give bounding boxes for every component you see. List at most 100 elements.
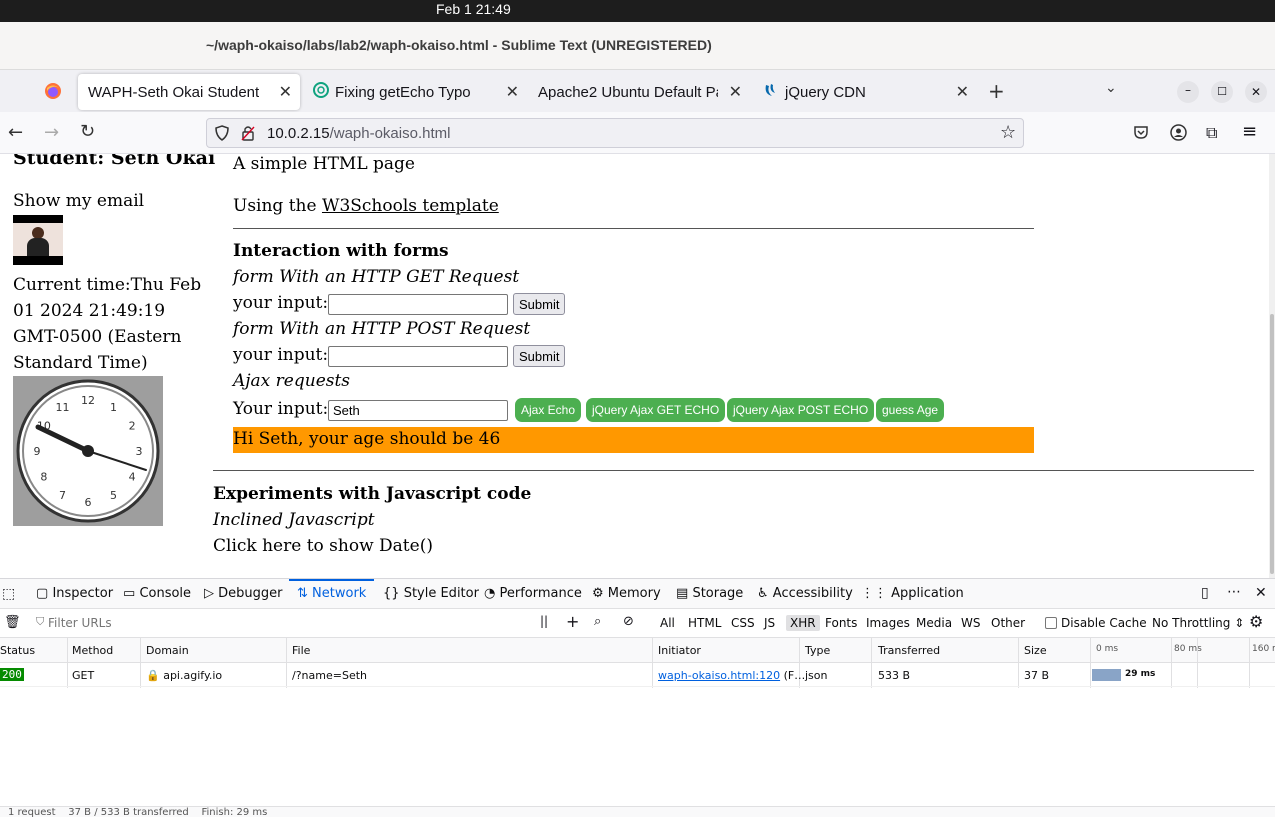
filter-css[interactable]: CSS <box>731 616 755 630</box>
request-size: 37 B <box>1024 669 1050 682</box>
show-email-toggle[interactable]: Show my email <box>13 191 144 211</box>
filter-xhr[interactable]: XHR <box>786 615 820 631</box>
account-icon[interactable] <box>1170 124 1187 145</box>
tab-fixing-getecho[interactable]: Fixing getEcho Typo ✕ <box>305 74 527 110</box>
close-tab-icon[interactable]: ✕ <box>729 82 742 102</box>
show-date-trigger[interactable]: Click here to show Date() <box>213 536 433 556</box>
jquery-ajax-get-echo-button[interactable]: jQuery Ajax GET ECHO <box>586 398 726 422</box>
ajax-input-field[interactable]: Seth <box>328 400 508 421</box>
clear-requests-icon[interactable]: 🗑 <box>4 615 21 630</box>
scrollbar-thumb[interactable] <box>1270 314 1274 574</box>
post-input-field[interactable] <box>328 346 508 367</box>
reload-icon[interactable]: ↻ <box>80 121 95 142</box>
column-method[interactable]: Method <box>72 644 113 657</box>
insecure-lock-icon[interactable] <box>241 125 255 145</box>
disable-cache-label[interactable]: Disable Cache <box>1061 616 1147 630</box>
post-submit-button[interactable]: Submit <box>513 345 566 367</box>
disable-cache-checkbox[interactable] <box>1045 617 1057 629</box>
status-badge: 200 <box>0 668 24 681</box>
filter-all[interactable]: All <box>660 616 675 630</box>
request-transferred: 533 B <box>878 669 911 682</box>
tab-console[interactable]: ▭ Console <box>123 586 191 601</box>
simple-page-text: A simple HTML page <box>233 154 415 174</box>
w3schools-template-link[interactable]: W3Schools template <box>322 196 499 216</box>
maximize-window-icon[interactable]: ☐ <box>1211 81 1233 103</box>
tab-accessibility[interactable]: ♿ Accessibility <box>757 586 853 601</box>
tab-apache-default[interactable]: Apache2 Ubuntu Default Page ✕ <box>528 74 750 110</box>
close-devtools-icon[interactable]: ✕ <box>1255 585 1267 601</box>
pause-icon[interactable]: || <box>540 614 548 628</box>
column-status[interactable]: Status <box>0 644 35 657</box>
filter-other[interactable]: Other <box>991 616 1025 630</box>
clock-numeral: 6 <box>85 496 92 509</box>
back-arrow-icon[interactable]: ← <box>8 122 23 143</box>
pocket-icon[interactable] <box>1133 124 1149 144</box>
network-settings-gear-icon[interactable]: ⚙ <box>1249 612 1263 631</box>
clock-numeral: 3 <box>136 445 143 458</box>
responsive-design-icon[interactable]: ▯ <box>1201 585 1209 601</box>
filter-html[interactable]: HTML <box>688 616 721 630</box>
column-file[interactable]: File <box>292 644 310 657</box>
list-all-tabs-icon[interactable]: ⌄ <box>1105 80 1117 96</box>
inclined-javascript-text: Inclined Javascript <box>213 510 375 530</box>
tab-performance[interactable]: ◔ Performance <box>484 586 582 601</box>
tab-jquery-cdn[interactable]: jQuery CDN ✕ <box>755 74 977 110</box>
clock-numeral: 5 <box>110 489 117 502</box>
column-transferred[interactable]: Transferred <box>878 644 940 657</box>
tab-debugger[interactable]: ▷ Debugger <box>204 586 283 601</box>
column-initiator[interactable]: Initiator <box>658 644 701 657</box>
bookmark-star-icon[interactable]: ☆ <box>1000 122 1016 143</box>
close-window-icon[interactable]: ✕ <box>1245 81 1267 103</box>
filter-js[interactable]: JS <box>764 616 775 630</box>
jquery-ajax-post-echo-button[interactable]: jQuery Ajax POST ECHO <box>727 398 875 422</box>
get-submit-button[interactable]: Submit <box>513 293 566 315</box>
column-domain[interactable]: Domain <box>146 644 189 657</box>
close-tab-icon[interactable]: ✕ <box>956 82 969 102</box>
tracking-shield-icon[interactable] <box>215 125 229 145</box>
ajax-echo-button[interactable]: Ajax Echo <box>515 398 582 422</box>
tab-waph-student[interactable]: WAPH-Seth Okai Student ✕ <box>78 74 300 110</box>
tab-label: Debugger <box>218 586 283 601</box>
tab-application[interactable]: ⋮⋮ Application <box>861 586 964 601</box>
throttling-select[interactable]: No Throttling ⇕ <box>1152 616 1244 630</box>
column-size[interactable]: Size <box>1024 644 1047 657</box>
get-input-field[interactable] <box>328 294 508 315</box>
app-menu-icon[interactable]: ≡ <box>1242 121 1257 142</box>
close-tab-icon[interactable]: ✕ <box>506 82 519 102</box>
close-tab-icon[interactable]: ✕ <box>279 82 292 102</box>
tab-storage[interactable]: ▤ Storage <box>676 586 743 601</box>
url-text[interactable]: 10.0.2.15/waph-okaiso.html <box>267 125 450 142</box>
network-summary-bar: 1 request 37 B / 533 B transferred Finis… <box>0 806 1275 817</box>
network-icon: ⇅ <box>297 586 308 601</box>
extensions-icon[interactable]: ⧉ <box>1206 123 1217 143</box>
firefox-menu-icon[interactable] <box>44 82 62 100</box>
tab-network[interactable]: ⇅ Network <box>297 586 366 601</box>
new-tab-icon[interactable]: + <box>988 79 1005 103</box>
tab-label: Application <box>891 586 964 601</box>
system-clock[interactable]: Feb 1 21:49 <box>436 1 511 17</box>
column-type[interactable]: Type <box>805 644 830 657</box>
tab-inspector[interactable]: ▢ Inspector <box>36 586 113 601</box>
table-row[interactable]: 200 GET 🔒 api.agify.io /?name=Seth waph-… <box>0 663 1275 687</box>
add-filter-icon[interactable]: + <box>566 612 579 631</box>
pick-element-icon[interactable]: ⬚ <box>2 586 15 602</box>
page-scrollbar[interactable] <box>1269 154 1275 578</box>
more-options-icon[interactable]: ⋯ <box>1227 584 1241 600</box>
block-requests-icon[interactable]: ⊘ <box>623 614 634 629</box>
forward-arrow-icon[interactable]: → <box>44 122 59 143</box>
tab-memory[interactable]: ⚙ Memory <box>592 586 661 601</box>
filter-images[interactable]: Images <box>866 616 910 630</box>
tab-style-editor[interactable]: {} Style Editor <box>383 586 479 601</box>
guess-age-button[interactable]: guess Age <box>876 398 945 422</box>
minimize-window-icon[interactable]: – <box>1177 81 1199 103</box>
filter-media[interactable]: Media <box>916 616 952 630</box>
url-bar[interactable]: 10.0.2.15/waph-okaiso.html ☆ <box>206 118 1024 148</box>
javascript-heading: Experiments with Javascript code <box>213 484 532 504</box>
debugger-icon: ▷ <box>204 586 214 601</box>
filter-ws[interactable]: WS <box>961 616 980 630</box>
initiator-link[interactable]: waph-okaiso.html:120 <box>658 669 780 682</box>
search-icon[interactable]: ⌕ <box>594 614 601 629</box>
filter-urls-input[interactable] <box>48 613 518 633</box>
filter-fonts[interactable]: Fonts <box>825 616 857 630</box>
current-time-line: Current time:Thu Feb <box>13 275 202 295</box>
